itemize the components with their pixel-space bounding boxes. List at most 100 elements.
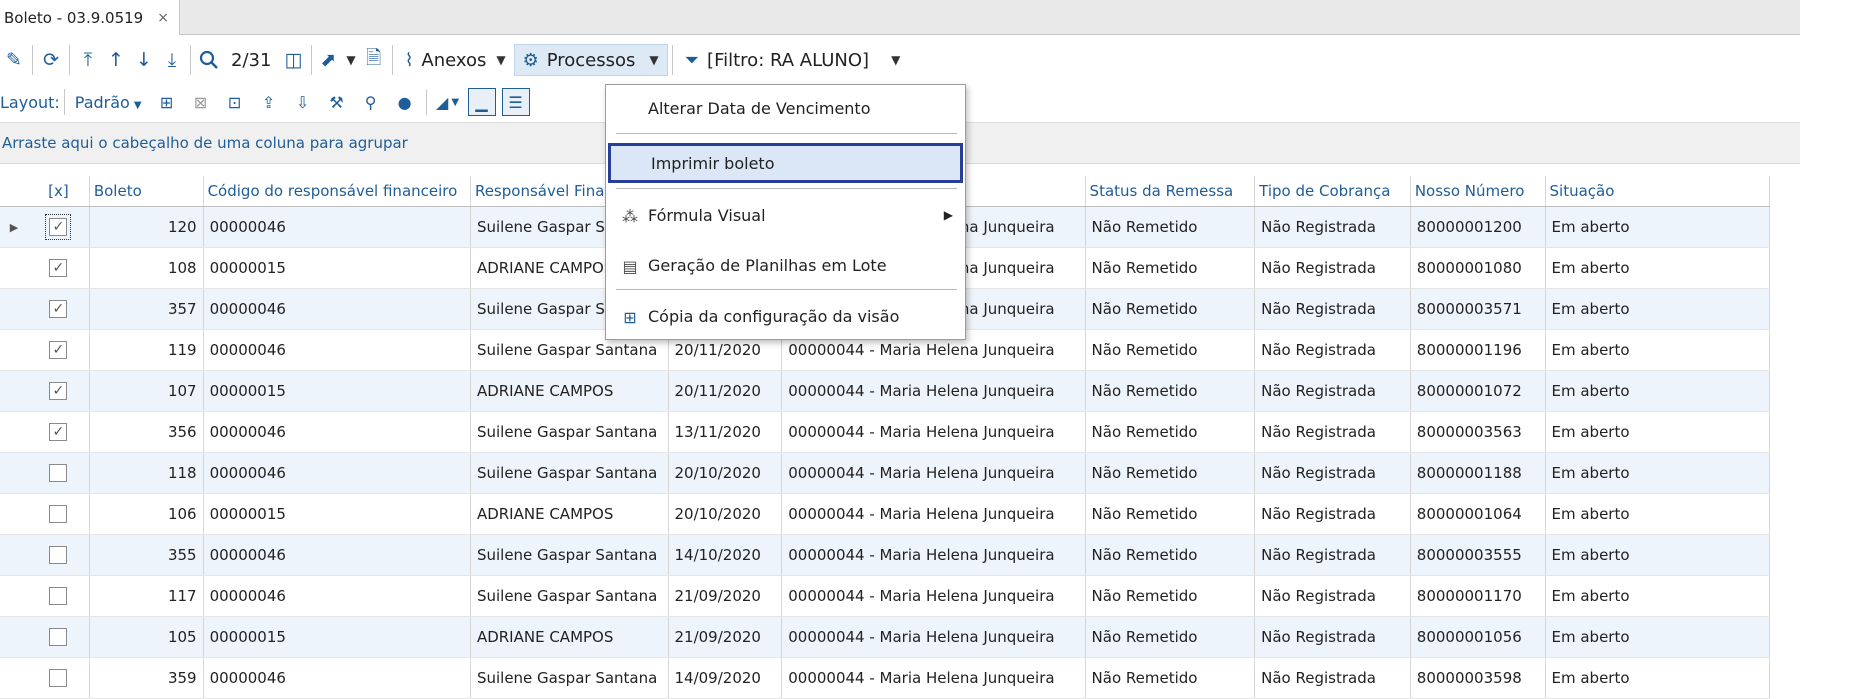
close-icon[interactable]: × xyxy=(157,10,169,26)
row-checkbox-cell[interactable] xyxy=(28,658,90,698)
row-checkbox[interactable] xyxy=(49,505,68,523)
row-checkbox-cell[interactable]: ✓ xyxy=(28,412,90,452)
cell-boleto: 357 xyxy=(90,289,204,329)
row-checkbox[interactable]: ✓ xyxy=(49,300,68,318)
tab-bar: Boleto - 03.9.0519 × xyxy=(0,0,1800,35)
cell-status: Não Remetido xyxy=(1086,453,1256,493)
first-record-icon[interactable]: ⤒ xyxy=(74,44,102,76)
row-checkbox[interactable]: ✓ xyxy=(49,382,68,400)
processos-button[interactable]: ⚙ Processos ▼ xyxy=(513,44,668,76)
col-header-tipo[interactable]: Tipo de Cobrança xyxy=(1255,176,1411,206)
table-row[interactable]: 106 00000015 ADRIANE CAMPOS 20/10/2020 00000… xyxy=(0,494,1770,535)
cell-aluno: 00000044 - Maria Helena Junqueira xyxy=(782,412,1086,452)
menu-separator xyxy=(616,188,957,189)
table-row[interactable]: 117 00000046 Suilene Gaspar Santana 21/09/2… xyxy=(0,576,1770,617)
panel-split-icon[interactable]: ☰ xyxy=(501,88,530,116)
separator xyxy=(425,89,427,115)
add-layout-icon[interactable]: ⊞ xyxy=(150,87,184,117)
row-checkbox-cell[interactable]: ✓ xyxy=(28,371,90,411)
col-header-status[interactable]: Status da Remessa xyxy=(1086,176,1256,206)
main-toolbar: ✎ ⟳ ⤒ ↑ ↓ ⤓ 2/31 ◫ ⬈ ▼ 🗎 ⌇ Anexos ▼ ⚙ Pro… xyxy=(0,40,1800,80)
row-checkbox-cell[interactable] xyxy=(28,453,90,493)
menu-item-copia-configuracao[interactable]: ⊞ Cópia da configuração da visão xyxy=(608,296,963,336)
table-row[interactable]: 105 00000015 ADRIANE CAMPOS 21/09/2020 00000… xyxy=(0,617,1770,658)
row-checkbox-cell[interactable] xyxy=(28,494,90,534)
row-checkbox[interactable] xyxy=(49,546,68,564)
filter-icon: ⏷ xyxy=(684,49,700,71)
last-record-icon[interactable]: ⤓ xyxy=(158,44,186,76)
row-indicator xyxy=(0,535,28,575)
cell-tipo: Não Registrada xyxy=(1255,207,1411,247)
refresh-icon[interactable]: ⟳ xyxy=(37,44,65,76)
col-header-nosso-numero[interactable]: Nosso Número xyxy=(1411,176,1546,206)
import-layout-icon[interactable]: ⇪ xyxy=(252,87,286,117)
menu-item-imprimir-boleto[interactable]: Imprimir boleto xyxy=(608,143,963,183)
tab-boleto[interactable]: Boleto - 03.9.0519 × xyxy=(0,0,180,35)
row-checkbox-cell[interactable] xyxy=(28,535,90,575)
menu-separator xyxy=(616,289,957,290)
chevron-down-icon: ▼ xyxy=(649,53,659,67)
table-row[interactable]: ✓ 107 00000015 ADRIANE CAMPOS 20/11/2020 0000… xyxy=(0,371,1770,412)
col-header-select[interactable]: [x] xyxy=(28,176,90,206)
row-checkbox[interactable]: ✓ xyxy=(49,259,68,277)
anexos-button[interactable]: ⌇ Anexos ▼ xyxy=(397,44,514,76)
current-row-arrow-icon: ▶ xyxy=(9,220,19,234)
next-record-icon[interactable]: ↓ xyxy=(130,44,158,76)
cell-codigo: 00000046 xyxy=(204,453,471,493)
cell-situacao: Em aberto xyxy=(1546,289,1770,329)
grid-copy-icon: ⊞ xyxy=(623,307,637,327)
row-checkbox-cell[interactable]: ✓ xyxy=(28,289,90,329)
cell-nosso-numero: 80000003598 xyxy=(1411,658,1546,698)
cell-vencimento: 21/09/2020 xyxy=(669,576,783,616)
edit-icon[interactable]: ✎ xyxy=(0,44,28,76)
cell-responsavel: Suilene Gaspar Santana xyxy=(471,576,669,616)
row-checkbox[interactable] xyxy=(49,464,68,482)
search-icon[interactable] xyxy=(195,44,223,76)
cell-situacao: Em aberto xyxy=(1546,658,1770,698)
cell-nosso-numero: 80000001056 xyxy=(1411,617,1546,657)
row-checkbox-cell[interactable]: ✓ xyxy=(28,248,90,288)
row-checkbox-cell[interactable]: ✓ xyxy=(28,330,90,370)
menu-item-formula-visual[interactable]: ⁂ Fórmula Visual ▶ xyxy=(608,195,963,235)
col-header-codigo[interactable]: Código do responsável financeiro xyxy=(204,176,471,206)
table-row[interactable]: 355 00000046 Suilene Gaspar Santana 14/10/2… xyxy=(0,535,1770,576)
filter-button[interactable]: ⏷ [Filtro: RA ALUNO] ▼ xyxy=(677,44,909,76)
row-checkbox[interactable] xyxy=(49,628,68,646)
cell-responsavel: ADRIANE CAMPOS xyxy=(471,617,669,657)
row-checkbox-cell[interactable]: ✓ xyxy=(28,207,90,247)
cell-boleto: 106 xyxy=(90,494,204,534)
table-row[interactable]: ✓ 356 00000046 Suilene Gaspar Santana 13/11/… xyxy=(0,412,1770,453)
col-header-boleto[interactable]: Boleto xyxy=(90,176,204,206)
separator xyxy=(32,45,33,75)
color-icon[interactable]: ● xyxy=(388,87,422,117)
pin-icon[interactable]: ⚲ xyxy=(354,87,388,117)
row-checkbox[interactable]: ✓ xyxy=(45,214,72,240)
cell-vencimento: 14/09/2020 xyxy=(669,658,783,698)
col-header-situacao[interactable]: Situação xyxy=(1546,176,1770,206)
separator xyxy=(671,45,673,75)
columns-icon[interactable]: ◫ xyxy=(279,44,307,76)
row-checkbox[interactable] xyxy=(49,587,68,605)
panel-bottom-icon[interactable]: ▁ xyxy=(467,88,496,116)
menu-item-alterar-vencimento[interactable]: Alterar Data de Vencimento xyxy=(608,88,963,128)
cell-boleto: 355 xyxy=(90,535,204,575)
row-checkbox-cell[interactable] xyxy=(28,617,90,657)
layout-preset-dropdown[interactable]: Padrão ▼ xyxy=(75,93,142,112)
menu-item-planilhas-lote[interactable]: ▤ Geração de Planilhas em Lote xyxy=(608,245,963,285)
row-checkbox[interactable]: ✓ xyxy=(49,423,68,441)
cell-tipo: Não Registrada xyxy=(1255,248,1411,288)
chart-icon[interactable]: ◢ ▼ xyxy=(431,87,465,117)
row-checkbox-cell[interactable] xyxy=(28,576,90,616)
cell-boleto: 105 xyxy=(90,617,204,657)
document-icon[interactable]: 🗎 xyxy=(360,44,388,76)
table-row[interactable]: 118 00000046 Suilene Gaspar Santana 20/10/2… xyxy=(0,453,1770,494)
export-icon[interactable]: ⬈ ▼ xyxy=(316,44,359,76)
save-layout-icon[interactable]: ⊡ xyxy=(218,87,252,117)
cell-nosso-numero: 80000001072 xyxy=(1411,371,1546,411)
previous-record-icon[interactable]: ↑ xyxy=(102,44,130,76)
paint-icon[interactable]: ⚒ xyxy=(320,87,354,117)
remove-layout-icon[interactable]: ⊠ xyxy=(184,87,218,117)
export-layout-icon[interactable]: ⇩ xyxy=(286,87,320,117)
row-checkbox[interactable]: ✓ xyxy=(49,341,68,359)
table-row[interactable]: 359 00000046 Suilene Gaspar Santana 14/09/2… xyxy=(0,658,1770,699)
